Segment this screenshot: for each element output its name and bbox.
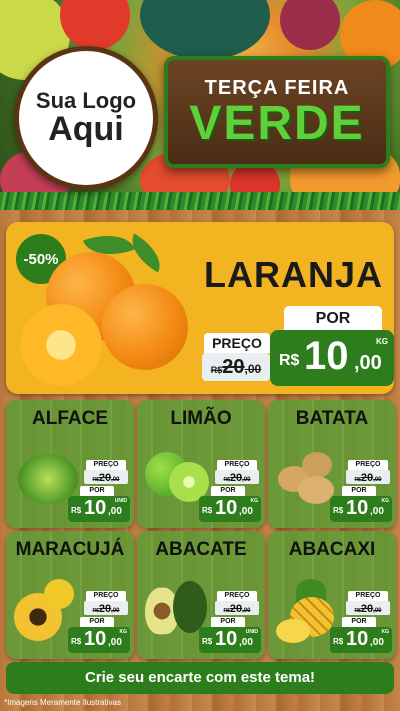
old-price-label: PREÇO — [348, 591, 388, 601]
new-price: R$ 10,00 KG — [199, 496, 261, 522]
old-price-label: PREÇO — [348, 460, 388, 470]
old-price-label: PREÇO — [86, 591, 126, 601]
product-name: LIMÃO — [170, 408, 232, 429]
apple-icon — [60, 0, 130, 50]
cta-banner[interactable]: Crie seu encarte com este tema! — [6, 662, 394, 694]
old-price: R$20,00 — [215, 470, 259, 484]
old-price: R$20,00 — [202, 353, 270, 381]
product-name: MARACUJÁ — [15, 539, 125, 560]
title-sign: TERÇA FEIRA VERDE — [164, 56, 390, 168]
old-price-label: PREÇO — [86, 460, 126, 470]
new-price-label: POR — [284, 306, 382, 332]
product-name: ALFACE — [32, 408, 108, 429]
new-price: R$ 10,00 KG — [68, 627, 130, 653]
flyer: Sua Logo Aqui TERÇA FEIRA VERDE -50% LAR… — [0, 0, 400, 711]
old-price-label: PREÇO — [204, 333, 270, 353]
old-price: R$20,00 — [215, 601, 259, 615]
old-price: R$20,00 — [346, 601, 390, 615]
old-price-label: PREÇO — [217, 460, 257, 470]
featured-product-card[interactable]: -50% LARANJA PREÇO R$ 20,00 POR R$ 10 ,00… — [6, 222, 394, 394]
old-price: R$20,00 — [346, 470, 390, 484]
product-card[interactable]: MARACUJÁ PREÇO R$20,00 POR R$ 10,00 KG — [6, 531, 134, 659]
product-card[interactable]: ALFACE PREÇO R$20,00 POR R$ 10,00 UNID — [6, 400, 134, 528]
product-card[interactable]: LIMÃO PREÇO R$20,00 POR R$ 10,00 KG — [137, 400, 265, 528]
footnote: *Imagens Meramente Ilustrativas — [4, 698, 121, 707]
grapes-icon — [280, 0, 340, 50]
grass-border — [0, 192, 400, 210]
product-name: ABACAXI — [288, 539, 376, 560]
new-price-label: POR — [80, 486, 114, 496]
new-price: R$ 10,00 KG — [330, 627, 392, 653]
new-price-label: POR — [211, 486, 245, 496]
logo-line-2: Aqui — [48, 109, 124, 148]
new-price: R$ 10 ,00 KG — [270, 330, 394, 386]
product-card[interactable]: ABACAXI PREÇO R$20,00 POR R$ 10,00 KG — [268, 531, 396, 659]
new-price-label: POR — [342, 486, 376, 496]
featured-product-name: LARANJA — [204, 254, 384, 295]
logo-placeholder[interactable]: Sua Logo Aqui — [14, 46, 158, 190]
new-price: R$ 10,00 KG — [330, 496, 392, 522]
old-price: R$20,00 — [84, 470, 128, 484]
old-price: R$20,00 — [84, 601, 128, 615]
hero-banner: Sua Logo Aqui TERÇA FEIRA VERDE — [0, 0, 400, 210]
product-card[interactable]: ABACATE PREÇO R$20,00 POR R$ 10,00 UNID — [137, 531, 265, 659]
title-main: VERDE — [189, 96, 365, 150]
new-price-label: POR — [342, 617, 376, 627]
new-price: R$ 10,00 UNID — [199, 627, 261, 653]
product-name: BATATA — [295, 408, 369, 429]
product-name: ABACATE — [155, 539, 247, 560]
new-price-label: POR — [211, 617, 245, 627]
old-price-label: PREÇO — [217, 591, 257, 601]
pumpkin-icon — [140, 0, 270, 60]
new-price: R$ 10,00 UNID — [68, 496, 130, 522]
logo-line-1: Sua Logo — [35, 87, 137, 113]
new-price-label: POR — [80, 617, 114, 627]
product-card[interactable]: BATATA PREÇO R$20,00 POR R$ 10,00 KG — [268, 400, 396, 528]
